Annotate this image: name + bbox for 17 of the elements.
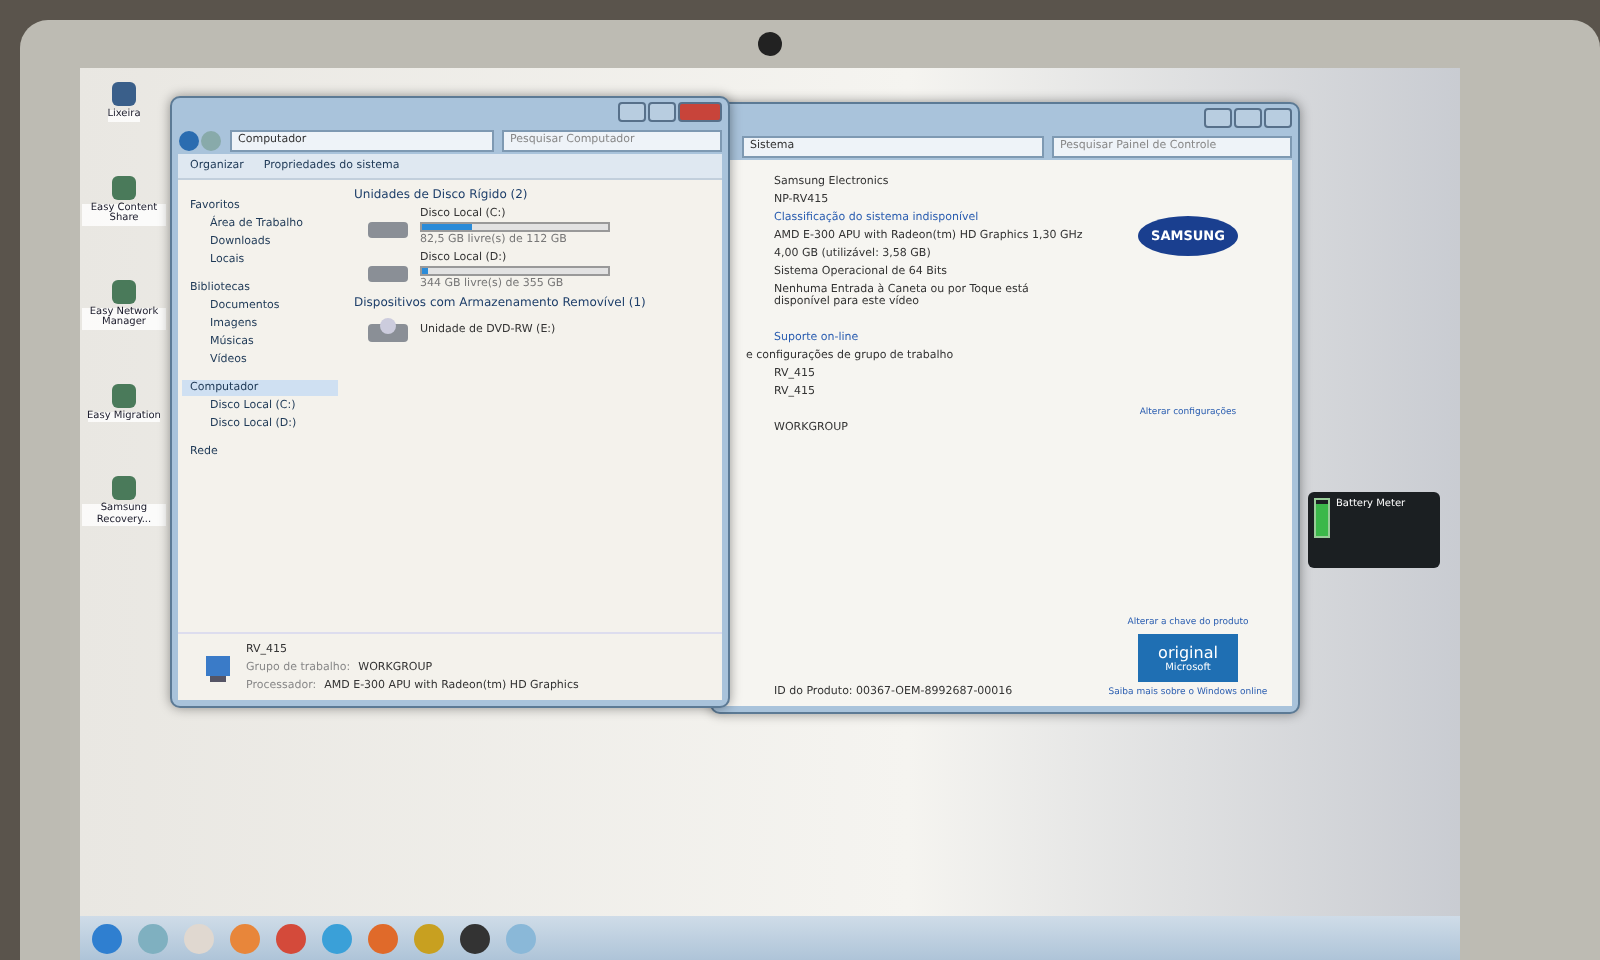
app-icon[interactable] [110,80,138,108]
app-icon[interactable] [110,381,138,409]
taskbar-app-icon[interactable] [460,923,490,953]
minimize-button[interactable] [1204,108,1232,128]
minimize-button[interactable] [618,102,646,122]
badge-text: original [1158,643,1218,661]
back-forward-icon[interactable] [178,129,222,151]
webcam-icon [758,32,782,56]
maximize-button[interactable] [648,102,676,122]
battery-icon [1314,498,1330,538]
maximize-button[interactable] [1234,108,1262,128]
dvd-drive-icon [366,316,410,344]
app-icon[interactable] [110,277,138,305]
app-icon[interactable] [110,173,138,201]
close-button[interactable] [1264,108,1292,128]
app-icon[interactable] [110,474,138,502]
computer-icon [202,651,234,683]
